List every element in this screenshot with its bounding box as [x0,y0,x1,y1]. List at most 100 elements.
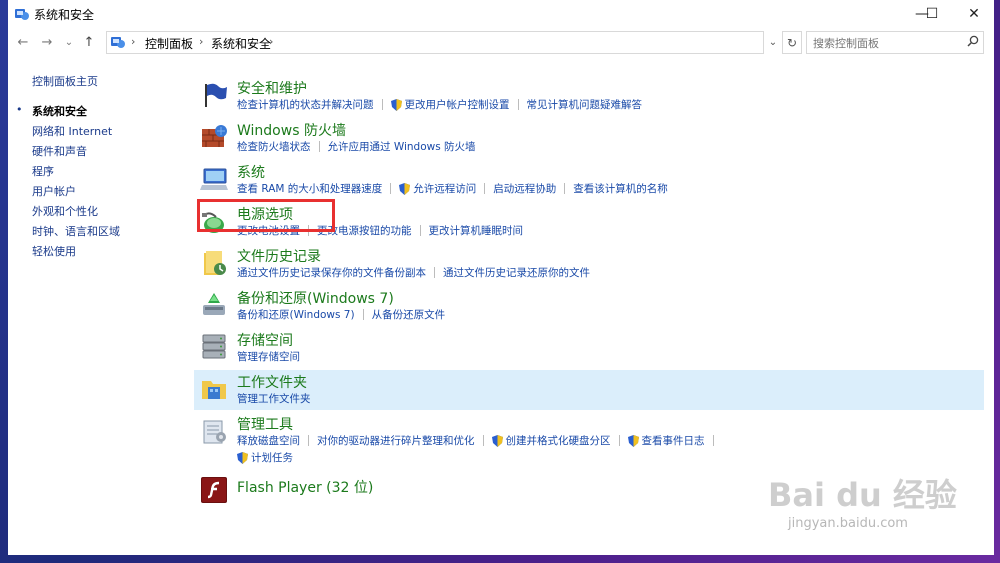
category-title[interactable]: 备份和还原(Windows 7) [237,288,394,308]
category-backup-restore: 备份和还原(Windows 7) 备份和还原(Windows 7) 从备份还原文… [194,288,984,328]
backup-icon [203,293,225,315]
category-title[interactable]: Windows 防火墙 [237,120,346,140]
category-title[interactable]: 存储空间 [237,330,293,350]
title-bar: 系统和安全 — ☐ ✕ [8,0,994,28]
category-link[interactable]: 允许应用通过 Windows 防火墙 [328,139,476,154]
category-link[interactable]: 释放磁盘空间 [237,433,300,448]
category-links: 查看 RAM 的大小和处理器速度 允许远程访问 启动远程协助 查看该计算机的名称 [237,181,668,196]
category-link[interactable]: 通过文件历史记录保存你的文件备份副本 [237,265,426,280]
breadcrumb-control-panel[interactable]: 控制面板 [145,35,193,52]
category-work-folders[interactable]: 工作文件夹 管理工作文件夹 [194,370,984,410]
category-link[interactable]: 更改计算机睡眠时间 [429,223,524,238]
category-link[interactable]: 常见计算机问题疑难解答 [527,97,643,112]
sidebar-item-system-security[interactable]: 系统和安全 [32,103,87,119]
category-storage-spaces: 存储空间 管理存储空间 [194,330,984,370]
link-divider [318,141,320,152]
link-label[interactable]: 计划任务 [251,450,293,465]
link-divider [362,309,364,320]
link-divider [712,435,714,446]
storage-icon [202,334,226,359]
category-links-row2: 计划任务 [237,450,293,465]
category-link[interactable]: 启动远程协助 [493,181,556,196]
search-icon[interactable] [967,35,979,47]
back-button[interactable]: ← [14,33,32,51]
flag-icon [205,83,227,107]
category-admin-tools: 管理工具 释放磁盘空间 对你的驱动器进行碎片整理和优化 创建并格式化硬盘分区 查… [194,414,984,468]
chevron-right-icon[interactable]: › [269,35,273,48]
sidebar-item-network[interactable]: 网络和 Internet [32,123,112,139]
sidebar-item-ease-of-access[interactable]: 轻松使用 [32,243,76,259]
category-link-shielded[interactable]: 创建并格式化硬盘分区 [491,433,611,448]
search-box[interactable] [806,31,984,54]
category-system: 系统 查看 RAM 的大小和处理器速度 允许远程访问 启动远程协助 查看该计算机… [194,162,984,202]
link-label[interactable]: 查看事件日志 [642,433,705,448]
window-title: 系统和安全 [34,8,95,22]
sidebar-item-clock-region[interactable]: 时钟、语言和区域 [32,223,120,239]
search-input[interactable] [807,34,963,53]
address-dropdown-button[interactable]: ⌄ [765,32,781,53]
category-title[interactable]: 管理工具 [237,414,293,434]
forward-button[interactable]: → [38,33,56,51]
annotation-highlight-box [197,199,335,232]
control-panel-icon [111,37,125,48]
category-link[interactable]: 查看 RAM 的大小和处理器速度 [237,181,382,196]
category-link-shielded[interactable]: 计划任务 [237,450,293,465]
link-divider [434,267,435,278]
uac-shield-icon [390,98,402,111]
category-title[interactable]: 工作文件夹 [237,372,307,392]
file-history-icon [204,251,226,275]
firewall-icon [202,125,227,147]
category-link[interactable]: 对你的驱动器进行碎片整理和优化 [317,433,475,448]
link-divider [517,99,519,110]
link-divider [618,435,620,446]
category-link[interactable]: 检查防火墙状态 [237,139,311,154]
category-link-shielded[interactable]: 查看事件日志 [627,433,705,448]
control-panel-window: 系统和安全 — ☐ ✕ ← → ⌄ ↑ › 控制面板 › 系统和安全 › ⌄ ↻ [8,0,994,555]
sidebar-item-home[interactable]: 控制面板主页 [32,73,98,89]
category-link[interactable]: 管理存储空间 [237,349,300,364]
refresh-button[interactable]: ↻ [782,31,802,54]
watermark-logo: Bai du 经验 [768,476,957,514]
flash-player-icon [201,477,227,503]
category-title[interactable]: 系统 [237,162,265,182]
category-file-history: 文件历史记录 通过文件历史记录保存你的文件备份副本 通过文件历史记录还原你的文件 [194,246,984,286]
link-divider [564,183,566,194]
category-link[interactable]: 检查计算机的状态并解决问题 [237,97,374,112]
category-links: 管理存储空间 [237,349,300,364]
uac-shield-icon [627,434,639,447]
category-link[interactable]: 管理工作文件夹 [237,391,311,406]
chevron-right-icon: › [131,35,136,48]
category-title[interactable]: 文件历史记录 [237,246,321,266]
link-label[interactable]: 创建并格式化硬盘分区 [506,433,611,448]
control-panel-icon [15,9,29,20]
category-links: 管理工作文件夹 [237,391,311,406]
link-divider [381,99,383,110]
close-button[interactable]: ✕ [956,0,992,28]
category-link-shielded[interactable]: 允许远程访问 [399,181,476,196]
sidebar-item-user-accounts[interactable]: 用户帐户 [32,183,76,199]
uac-shield-icon [399,182,411,195]
address-toolbar: ← → ⌄ ↑ › 控制面板 › 系统和安全 › ⌄ ↻ [8,28,994,56]
link-divider [308,435,309,446]
sidebar-item-programs[interactable]: 程序 [32,163,54,179]
sidebar-item-hardware-sound[interactable]: 硬件和声音 [32,143,87,159]
category-link[interactable]: 备份和还原(Windows 7) [237,307,355,322]
recent-locations-button[interactable]: ⌄ [60,33,78,51]
category-links: 检查防火墙状态 允许应用通过 Windows 防火墙 [237,139,476,154]
maximize-button[interactable]: ☐ [914,0,950,28]
category-firewall: Windows 防火墙 检查防火墙状态 允许应用通过 Windows 防火墙 [194,120,984,160]
category-link[interactable]: 从备份还原文件 [372,307,446,322]
category-title[interactable]: Flash Player (32 位) [237,477,373,497]
up-button[interactable]: ↑ [80,33,98,51]
breadcrumb-system-security[interactable]: 系统和安全 [211,35,271,52]
category-link[interactable]: 通过文件历史记录还原你的文件 [443,265,590,280]
work-folders-icon [202,381,226,399]
link-divider [419,225,421,236]
link-label[interactable]: 更改用户帐户控制设置 [405,97,510,112]
category-link[interactable]: 查看该计算机的名称 [573,181,668,196]
link-label[interactable]: 允许远程访问 [413,181,476,196]
category-title[interactable]: 安全和维护 [237,78,307,98]
address-box[interactable]: › 控制面板 › 系统和安全 › [106,31,764,54]
sidebar-item-appearance[interactable]: 外观和个性化 [32,203,98,219]
category-link-shielded[interactable]: 更改用户帐户控制设置 [390,97,510,112]
